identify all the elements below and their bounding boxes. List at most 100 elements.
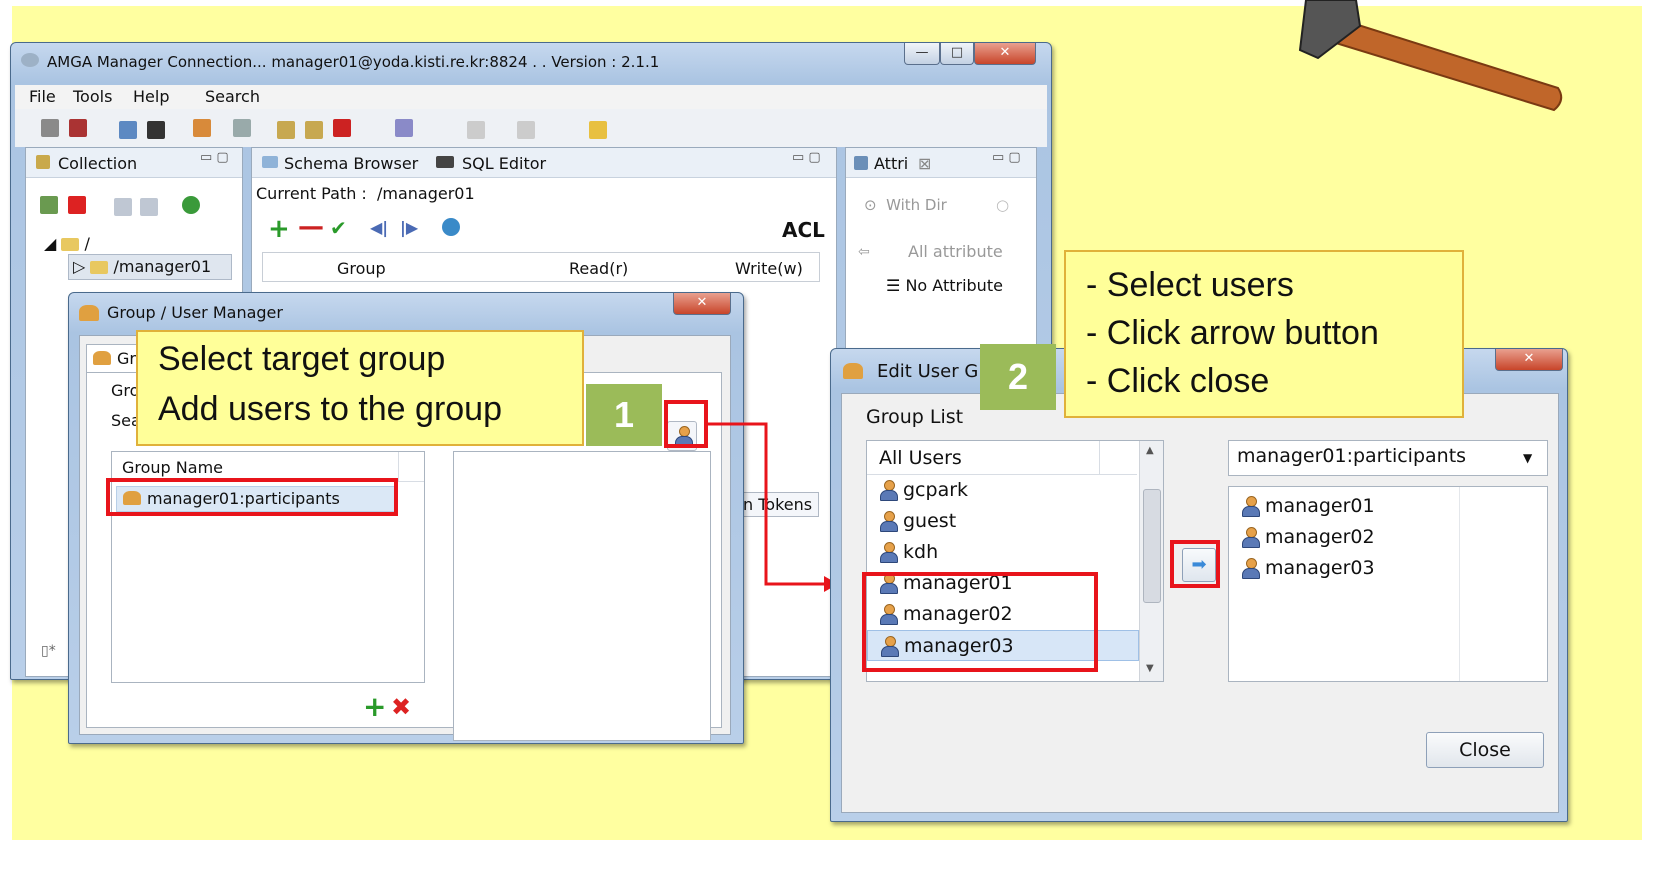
refresh-icon[interactable] (182, 196, 200, 214)
member-row-manager03[interactable]: manager03 (1229, 553, 1547, 584)
close-button[interactable]: ✕ (974, 43, 1036, 65)
add-collection-icon[interactable] (40, 196, 58, 214)
arrow-icon[interactable] (589, 121, 607, 139)
add-icon[interactable]: + (268, 214, 290, 244)
close-button[interactable]: Close (1426, 732, 1544, 768)
export-icon[interactable] (305, 121, 323, 139)
column-divider (1459, 487, 1460, 681)
apply-icon[interactable]: ✔ (330, 216, 347, 240)
maximize-button[interactable]: □ (940, 43, 974, 65)
folder-icon (61, 238, 80, 251)
step1-callout: Select target group Add users to the gro… (136, 330, 584, 446)
user-icon (1241, 558, 1260, 579)
col-write[interactable]: Write(w) (735, 259, 803, 278)
nav-forward-icon[interactable] (517, 121, 535, 139)
connect-icon[interactable] (41, 119, 59, 137)
members-list (453, 451, 711, 741)
alert-icon[interactable] (333, 119, 351, 137)
group-manager-title: Group / User Manager (107, 303, 283, 322)
collapse-icon[interactable] (140, 198, 158, 216)
scroll-down-icon[interactable]: ▼ (1146, 663, 1154, 674)
expand-icon[interactable] (114, 198, 132, 216)
member-row-manager01[interactable]: manager01 (1229, 491, 1547, 522)
step2-callout: - Select users - Click arrow button - Cl… (1064, 250, 1464, 418)
panel-min-max-icon[interactable]: ▭ ▢ (792, 150, 821, 165)
minimize-button[interactable]: — (904, 43, 940, 65)
step2-line3: - Click close (1086, 362, 1270, 400)
add-group-icon[interactable]: + (363, 693, 386, 721)
member-row-manager02[interactable]: manager02 (1229, 522, 1547, 553)
user-icon (1241, 496, 1260, 517)
attri-tab[interactable]: Attri (874, 154, 908, 173)
back-icon[interactable]: ⇦ (858, 244, 870, 260)
window-icon[interactable] (119, 121, 137, 139)
collection-tab[interactable]: Collection (58, 154, 137, 173)
acl-label: ACL (782, 218, 825, 242)
edit-user-close-icon[interactable]: ✕ (1495, 349, 1563, 371)
collection-tab-bar: Collection ▭ ▢ (26, 148, 242, 178)
scroll-thumb[interactable] (1143, 489, 1161, 603)
highlight-selected-users (862, 572, 1098, 672)
group-manager-close-button[interactable]: ✕ (673, 293, 731, 315)
sql-icon (436, 156, 454, 168)
console-icon[interactable] (147, 121, 165, 139)
users-icon (843, 363, 863, 379)
tree-root[interactable]: ◢ / (44, 234, 90, 253)
other-radio[interactable]: ○ (996, 196, 1009, 214)
remove-icon[interactable]: — (298, 212, 324, 242)
user-row-gcpark[interactable]: gcpark (867, 475, 1139, 506)
user-icon (879, 542, 898, 563)
menu-help[interactable]: Help (133, 87, 169, 106)
highlight-group-item (106, 478, 398, 516)
header-divider (1099, 441, 1100, 475)
users-icon[interactable] (193, 119, 211, 137)
group-select[interactable]: manager01:participants ▼ (1228, 440, 1548, 476)
user-row-guest[interactable]: guest (867, 506, 1139, 537)
toolbar (15, 109, 1047, 147)
menu-search[interactable]: Search (205, 87, 260, 106)
connector-arrow (708, 422, 838, 592)
all-users-scrollbar[interactable]: ▲ ▼ (1139, 441, 1163, 681)
all-users-header: All Users (867, 441, 1137, 475)
edit-user-title: Edit User G (877, 361, 979, 382)
tab-sql-editor[interactable]: SQL Editor (462, 154, 546, 173)
delete-group-icon[interactable]: ✖ (391, 695, 411, 719)
panel-min-max-icon[interactable]: ▭ ▢ (200, 150, 229, 165)
nav-back-icon[interactable] (467, 121, 485, 139)
tree-item-manager01[interactable]: ▷ /manager01 (68, 254, 232, 280)
group-list-label: Group List (866, 406, 964, 428)
close-tab-icon[interactable]: ⊠ (918, 154, 931, 173)
step2-line2: - Click arrow button (1086, 314, 1379, 352)
tab-schema-browser[interactable]: Schema Browser (284, 154, 418, 173)
disconnect-icon[interactable] (69, 119, 87, 137)
menu-file[interactable]: File (29, 87, 56, 106)
with-dir-radio[interactable]: ⊙ With Dir (864, 196, 947, 214)
user-icon (1241, 527, 1260, 548)
reload-icon[interactable] (442, 218, 460, 236)
step2-badge: 2 (980, 344, 1056, 410)
panel-min-max-icon[interactable]: ▭ ▢ (992, 150, 1021, 165)
all-attribute-button[interactable]: All attribute (908, 242, 1003, 261)
scroll-up-icon[interactable]: ▲ (1146, 445, 1154, 456)
attri-tab-bar: Attri ⊠ ▭ ▢ (846, 148, 1036, 178)
user-icon (879, 480, 898, 501)
main-window-title: AMGA Manager Connection... manager01@yod… (47, 53, 660, 71)
db-icon[interactable] (233, 119, 251, 137)
folder-icon (90, 261, 109, 274)
delete-collection-icon[interactable] (68, 196, 86, 214)
step1-line2: Add users to the group (158, 390, 503, 428)
chevron-down-icon[interactable]: ▼ (1523, 451, 1532, 465)
col-read[interactable]: Read(r) (569, 259, 628, 278)
user-icon (879, 511, 898, 532)
first-icon[interactable]: ◀| (370, 218, 388, 237)
import-icon[interactable] (277, 121, 295, 139)
last-icon[interactable]: |▶ (400, 218, 418, 237)
menu-tools[interactable]: Tools (73, 87, 112, 106)
highlight-arrow-button (1170, 540, 1220, 588)
user-row-kdh[interactable]: kdh (867, 537, 1139, 568)
wand-icon[interactable] (395, 119, 413, 137)
no-attribute-item: ☰ No Attribute (886, 276, 1003, 295)
acl-table-header: Group Read(r) Write(w) (262, 252, 820, 282)
hammer-icon (1298, 0, 1563, 112)
col-group[interactable]: Group (337, 259, 386, 278)
